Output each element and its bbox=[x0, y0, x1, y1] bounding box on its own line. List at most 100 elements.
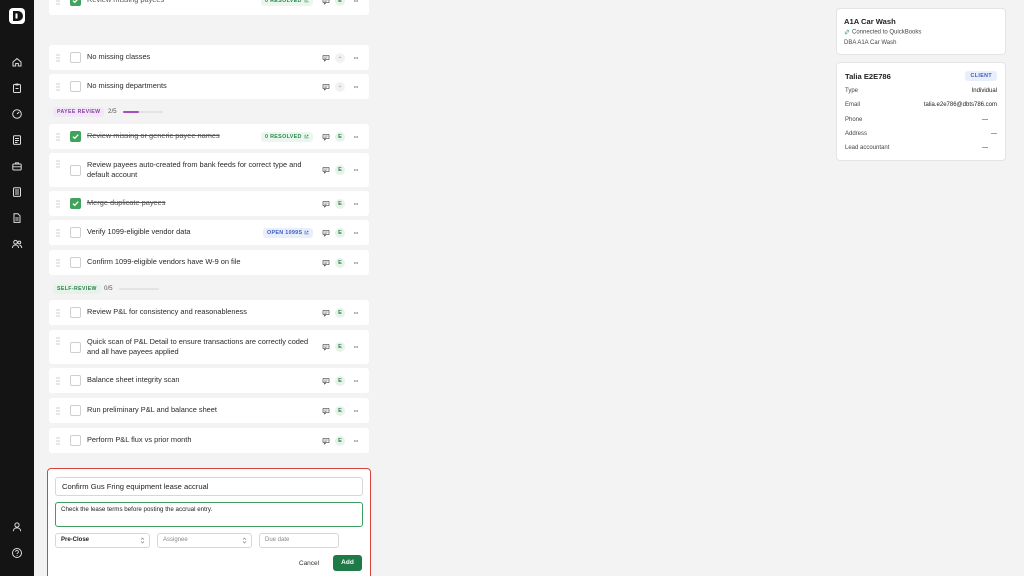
comment-icon[interactable] bbox=[322, 437, 330, 445]
gauge-icon[interactable] bbox=[11, 108, 23, 120]
resolved-badge[interactable]: 0 RESOLVED bbox=[261, 0, 313, 6]
task-row[interactable]: Review P&L for consistency and reasonabl… bbox=[49, 300, 369, 325]
comment-icon[interactable] bbox=[322, 407, 330, 415]
comment-icon[interactable] bbox=[322, 229, 330, 237]
assignee-avatar[interactable]: E bbox=[335, 257, 345, 268]
task-checkbox[interactable] bbox=[70, 164, 81, 176]
comment-icon[interactable] bbox=[322, 309, 330, 317]
more-options-icon[interactable]: ••• bbox=[352, 0, 360, 6]
add-button[interactable]: Add bbox=[333, 555, 362, 571]
task-checkbox[interactable] bbox=[70, 0, 81, 6]
resolved-badge[interactable]: 0 RESOLVED bbox=[261, 131, 313, 142]
assignee-avatar[interactable]: E bbox=[335, 342, 345, 352]
task-checkbox[interactable] bbox=[70, 257, 81, 268]
task-row[interactable]: No missing departments + ••• bbox=[49, 74, 369, 99]
task-row[interactable]: Confirm 1099-eligible vendors have W-9 o… bbox=[49, 250, 369, 275]
drag-handle-icon[interactable] bbox=[56, 228, 60, 237]
comment-icon[interactable] bbox=[322, 377, 330, 385]
drag-handle-icon[interactable] bbox=[56, 376, 60, 385]
assignee-avatar[interactable]: E bbox=[335, 165, 345, 175]
assignee-avatar[interactable]: E bbox=[335, 227, 345, 238]
client-field-value[interactable]: talia.e2e786@dbts786.com bbox=[924, 102, 997, 108]
task-row[interactable]: Perform P&L flux vs prior month E ••• bbox=[49, 428, 369, 453]
drag-handle-icon[interactable] bbox=[56, 337, 60, 345]
help-icon[interactable] bbox=[11, 547, 23, 559]
clipboard-icon[interactable] bbox=[11, 82, 23, 94]
drag-handle-icon[interactable] bbox=[56, 82, 60, 91]
due-date-input[interactable]: Due date bbox=[259, 533, 339, 548]
task-row[interactable]: No missing classes + ••• bbox=[49, 45, 369, 70]
assignee-avatar[interactable]: E bbox=[335, 131, 345, 142]
add-assignee-button[interactable]: + bbox=[335, 81, 345, 92]
app-logo-icon[interactable] bbox=[9, 8, 25, 24]
task-checkbox[interactable] bbox=[70, 405, 81, 416]
more-options-icon[interactable]: ••• bbox=[352, 55, 360, 63]
task-checkbox[interactable] bbox=[70, 307, 81, 318]
section-header[interactable]: PAYEE REVIEW 2/5 bbox=[53, 107, 203, 117]
drag-handle-icon[interactable] bbox=[56, 406, 60, 415]
drag-handle-icon[interactable] bbox=[56, 258, 60, 267]
comment-icon[interactable] bbox=[322, 54, 330, 62]
assignee-avatar[interactable]: E bbox=[335, 0, 345, 6]
comment-icon[interactable] bbox=[322, 166, 330, 174]
more-options-icon[interactable]: ••• bbox=[352, 408, 360, 416]
assignee-avatar[interactable]: E bbox=[335, 198, 345, 209]
more-options-icon[interactable]: ••• bbox=[352, 260, 360, 268]
cancel-button[interactable]: Cancel bbox=[294, 557, 324, 571]
assignee-avatar[interactable]: E bbox=[335, 375, 345, 386]
file-text-icon[interactable] bbox=[11, 212, 23, 224]
task-checkbox[interactable] bbox=[70, 198, 81, 209]
more-options-icon[interactable]: ••• bbox=[352, 84, 360, 92]
more-options-icon[interactable]: ••• bbox=[352, 438, 360, 446]
task-row[interactable]: Review missing payees0 RESOLVEDE••• bbox=[49, 0, 369, 15]
drag-handle-icon[interactable] bbox=[56, 132, 60, 141]
comment-icon[interactable] bbox=[322, 200, 330, 208]
user-icon[interactable] bbox=[11, 521, 23, 533]
add-assignee-button[interactable]: + bbox=[335, 52, 345, 63]
drag-handle-icon[interactable] bbox=[56, 0, 60, 5]
task-checkbox[interactable] bbox=[70, 341, 81, 353]
task-note-input[interactable]: Check the lease terms before posting the… bbox=[55, 502, 363, 527]
more-options-icon[interactable]: ••• bbox=[352, 310, 360, 318]
comment-icon[interactable] bbox=[322, 133, 330, 141]
drag-handle-icon[interactable] bbox=[56, 160, 60, 168]
more-options-icon[interactable]: ••• bbox=[352, 344, 360, 352]
briefcase-icon[interactable] bbox=[11, 160, 23, 172]
task-row[interactable]: Merge duplicate payees E ••• bbox=[49, 191, 369, 216]
task-row[interactable]: Run preliminary P&L and balance sheet E ••… bbox=[49, 398, 369, 423]
document-icon[interactable] bbox=[11, 186, 23, 198]
comment-icon[interactable] bbox=[322, 83, 330, 91]
task-checkbox[interactable] bbox=[70, 435, 81, 446]
task-row[interactable]: Balance sheet integrity scan E ••• bbox=[49, 368, 369, 393]
assignee-avatar[interactable]: E bbox=[335, 307, 345, 318]
drag-handle-icon[interactable] bbox=[56, 308, 60, 317]
task-checkbox[interactable] bbox=[70, 131, 81, 142]
phase-select[interactable]: Pre-Close bbox=[55, 533, 150, 548]
more-options-icon[interactable]: ••• bbox=[352, 167, 360, 175]
comment-icon[interactable] bbox=[322, 259, 330, 267]
drag-handle-icon[interactable] bbox=[56, 53, 60, 62]
task-row[interactable]: Review payees auto-created from bank fee… bbox=[49, 153, 369, 187]
task-checkbox[interactable] bbox=[70, 375, 81, 386]
home-icon[interactable] bbox=[11, 56, 23, 68]
section-header[interactable]: SELF-REVIEW 0/5 bbox=[53, 284, 203, 294]
task-checkbox[interactable] bbox=[70, 227, 81, 238]
task-row[interactable]: Verify 1099-eligible vendor data OPEN 109… bbox=[49, 220, 369, 245]
more-options-icon[interactable]: ••• bbox=[352, 201, 360, 209]
task-row[interactable]: Review missing or generic payee names 0 R… bbox=[49, 124, 369, 149]
more-options-icon[interactable]: ••• bbox=[352, 230, 360, 238]
open-1099s-badge[interactable]: OPEN 1099S bbox=[263, 227, 314, 238]
more-options-icon[interactable]: ••• bbox=[352, 378, 360, 386]
assignee-avatar[interactable]: E bbox=[335, 435, 345, 446]
task-title-input[interactable] bbox=[55, 477, 363, 496]
assignee-avatar[interactable]: E bbox=[335, 405, 345, 416]
assignee-select[interactable]: Assignee bbox=[157, 533, 252, 548]
task-row[interactable]: Quick scan of P&L Detail to ensure trans… bbox=[49, 330, 369, 364]
comment-icon[interactable] bbox=[322, 0, 330, 5]
more-options-icon[interactable]: ••• bbox=[352, 134, 360, 142]
drag-handle-icon[interactable] bbox=[56, 436, 60, 445]
task-checkbox[interactable] bbox=[70, 81, 81, 92]
comment-icon[interactable] bbox=[322, 343, 330, 351]
drag-handle-icon[interactable] bbox=[56, 199, 60, 208]
users-icon[interactable] bbox=[11, 238, 23, 250]
